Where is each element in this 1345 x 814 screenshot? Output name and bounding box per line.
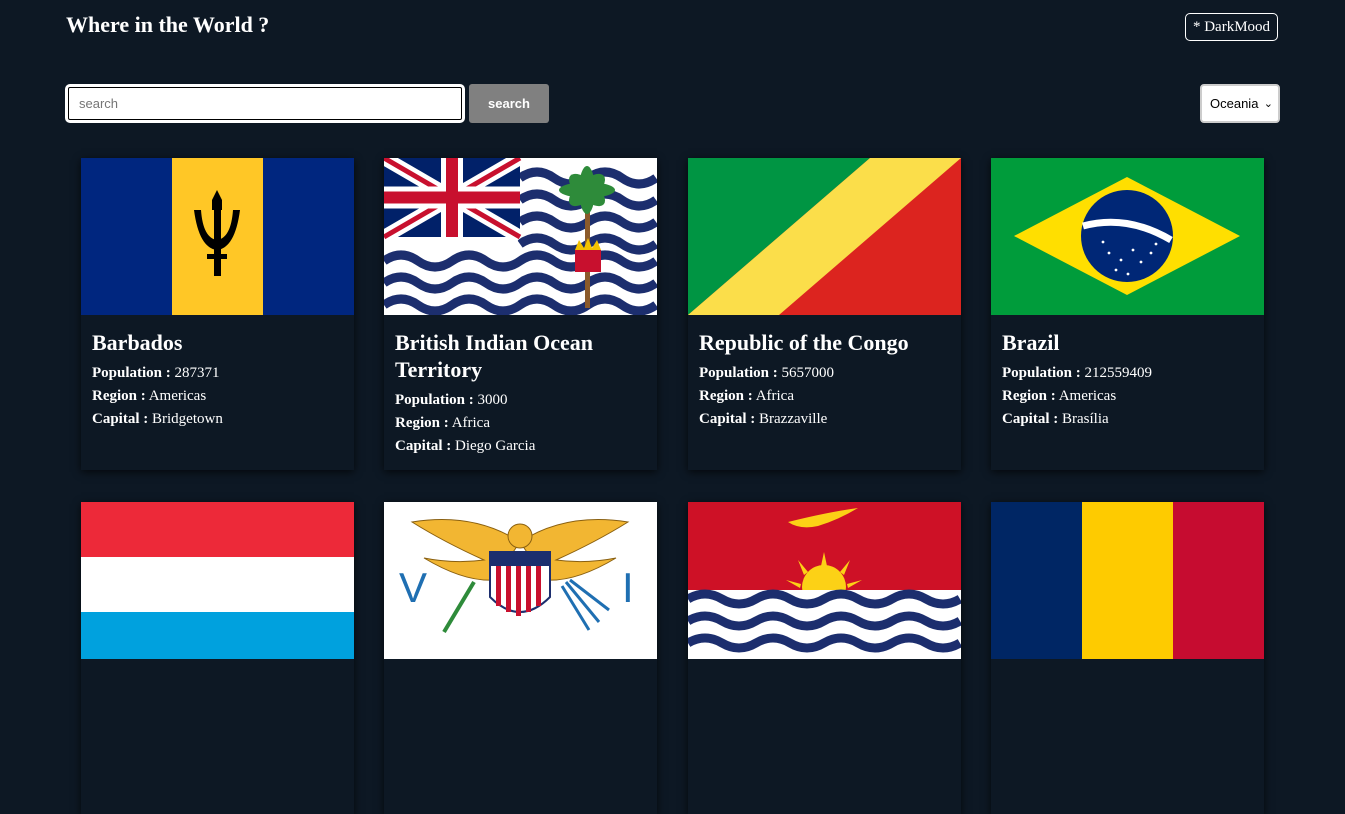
region-filter-value: Oceania [1210, 96, 1259, 111]
country-name: British Indian Ocean Territory [395, 330, 594, 382]
population-label: Population : [699, 365, 778, 381]
dark-mode-toggle[interactable]: * DarkMood [1185, 13, 1278, 41]
region-filter-select[interactable]: Oceania ⌄ [1200, 84, 1280, 123]
country-card[interactable]: Barbados Population : 287371 Region : Am… [81, 158, 354, 470]
population-value: 5657000 [781, 365, 835, 381]
population-value: 212559409 [1084, 365, 1153, 381]
chevron-down-icon: ⌄ [1263, 98, 1273, 110]
region-value: Africa [451, 415, 490, 431]
country-card[interactable] [688, 502, 961, 814]
country-card[interactable] [991, 502, 1264, 814]
biot-flag [384, 158, 657, 315]
barbados-flag [81, 158, 354, 315]
kiribati-flag [688, 502, 961, 659]
capital-value: Brasília [1062, 411, 1109, 427]
country-card[interactable] [81, 502, 354, 814]
country-card[interactable]: Brazil Population : 212559409 Region : A… [991, 158, 1264, 470]
region-value: Americas [1058, 388, 1117, 404]
population-label: Population : [92, 365, 171, 381]
page-title: Where in the World ? [66, 12, 270, 37]
capital-value: Diego Garcia [455, 438, 536, 454]
search-input[interactable] [65, 84, 465, 123]
capital-label: Capital : [395, 438, 452, 454]
country-name: Republic of the Congo [699, 330, 909, 355]
population-value: 287371 [174, 365, 220, 381]
country-name: Barbados [92, 330, 183, 355]
region-label: Region : [1002, 388, 1056, 404]
capital-value: Brazzaville [759, 411, 828, 427]
brazil-flag [991, 158, 1264, 315]
population-label: Population : [395, 392, 474, 408]
search-button[interactable]: search [469, 84, 549, 123]
country-card[interactable]: Republic of the Congo Population : 56570… [688, 158, 961, 470]
congo-flag [688, 158, 961, 315]
capital-label: Capital : [1002, 411, 1059, 427]
population-value: 3000 [477, 392, 508, 408]
country-card[interactable]: British Indian Ocean Territory Populatio… [384, 158, 657, 470]
region-value: Americas [148, 388, 207, 404]
capital-value: Bridgetown [152, 411, 223, 427]
region-label: Region : [699, 388, 753, 404]
country-name: Brazil [1002, 330, 1060, 355]
us-virgin-islands-flag: V I [384, 502, 657, 659]
region-label: Region : [395, 415, 449, 431]
svg-text:V: V [399, 564, 427, 611]
luxembourg-flag [81, 502, 354, 659]
region-label: Region : [92, 388, 146, 404]
capital-label: Capital : [92, 411, 149, 427]
capital-label: Capital : [699, 411, 756, 427]
country-card[interactable]: V I [384, 502, 657, 814]
population-label: Population : [1002, 365, 1081, 381]
region-value: Africa [755, 388, 794, 404]
svg-text:I: I [622, 564, 634, 611]
chad-flag [991, 502, 1264, 659]
